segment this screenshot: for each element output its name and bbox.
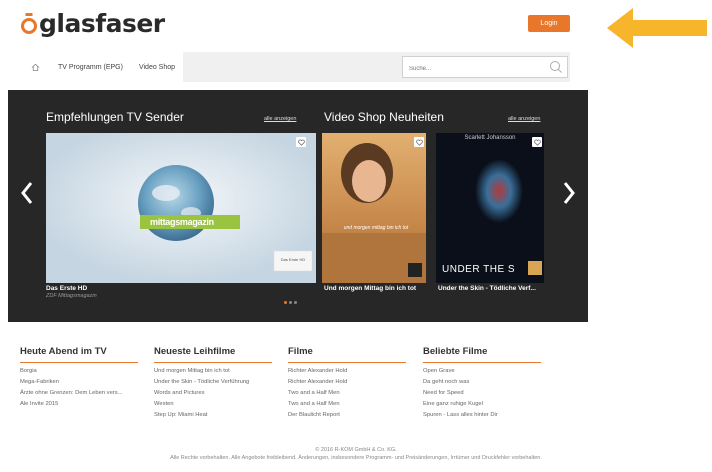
list-item[interactable]: Mega-Fabriken bbox=[20, 377, 140, 388]
list-item[interactable]: Eine ganz ruhige Kugel bbox=[423, 399, 543, 410]
poster-2-caption: UNDER THE S bbox=[442, 264, 516, 275]
chevron-right-icon bbox=[563, 182, 575, 204]
footer: © 2016 R-KOM GmbH & Co. KG. Alle Rechte … bbox=[0, 446, 712, 462]
list-item[interactable]: Richter Alexander Hold bbox=[288, 366, 408, 377]
chevron-left-icon bbox=[21, 182, 33, 204]
list-heading: Neueste Leihfilme bbox=[154, 346, 236, 357]
search-icon[interactable] bbox=[549, 60, 563, 74]
list-new-rentals: Neueste Leihfilme Und morgen Mittag bin … bbox=[154, 346, 274, 421]
list-item[interactable]: Words and Pictures bbox=[154, 388, 274, 399]
list-item[interactable]: Der Blaulicht Report bbox=[288, 410, 408, 421]
list-item[interactable]: Und morgen Mittag bin ich tot bbox=[154, 366, 274, 377]
divider bbox=[20, 362, 138, 363]
nav-home[interactable] bbox=[20, 52, 50, 82]
arrow-left-icon bbox=[607, 8, 707, 48]
logo-text: glasfaser bbox=[39, 8, 165, 38]
list-popular-films: Beliebte Filme Open Grave Da geht noch w… bbox=[423, 346, 543, 421]
slider-pagination bbox=[284, 301, 297, 304]
divider bbox=[154, 362, 272, 363]
nav-tv-programm[interactable]: TV Programm (EPG) bbox=[50, 52, 131, 82]
tv-channel-card[interactable]: mittagsmagazin Das Erste HD bbox=[46, 133, 316, 283]
list-item[interactable]: Under the Skin - Tödliche Verführung bbox=[154, 377, 274, 388]
logo-mark-icon bbox=[21, 13, 37, 34]
video-show-all-link[interactable]: alle anzeigen bbox=[508, 116, 540, 122]
list-item[interactable]: Richter Alexander Hold bbox=[288, 377, 408, 388]
list-item[interactable]: Step Up: Miami Heat bbox=[154, 410, 274, 421]
divider bbox=[288, 362, 406, 363]
poster-1-caption: und morgen mittag bin ich tot bbox=[343, 225, 409, 231]
heart-icon bbox=[415, 139, 423, 146]
poster-2-image bbox=[436, 133, 544, 283]
list-item[interactable]: Need for Speed bbox=[423, 388, 543, 399]
nav-video-shop[interactable]: Video Shop bbox=[131, 52, 183, 82]
video-section-title: Video Shop Neuheiten bbox=[324, 110, 444, 124]
poster-2-top-text: Scarlett Johansson bbox=[464, 135, 516, 141]
video-2-title[interactable]: Under the Skin - Tödliche Verf... bbox=[438, 285, 536, 292]
list-item[interactable]: Two and a Half Men bbox=[288, 399, 408, 410]
slider-dot-3[interactable] bbox=[294, 301, 297, 304]
list-item[interactable]: Ale Invite 2015 bbox=[20, 399, 140, 410]
tv-section-title: Empfehlungen TV Sender bbox=[46, 110, 184, 124]
search-input[interactable] bbox=[403, 59, 543, 79]
list-item[interactable]: Two and a Half Men bbox=[288, 388, 408, 399]
list-films: Filme Richter Alexander Hold Richter Ale… bbox=[288, 346, 408, 421]
list-item[interactable]: Open Grave bbox=[423, 366, 543, 377]
list-item[interactable]: Borgia bbox=[20, 366, 140, 377]
video-poster-2[interactable]: Scarlett Johansson UNDER THE S bbox=[436, 133, 544, 283]
heart-icon bbox=[297, 139, 305, 146]
video-1-title[interactable]: Und morgen Mittag bin ich tot bbox=[324, 285, 416, 292]
tv-card-title[interactable]: Das Erste HD bbox=[46, 285, 87, 292]
poster-1-image bbox=[322, 133, 426, 283]
slider-dot-2[interactable] bbox=[289, 301, 292, 304]
channel-logo: Das Erste HD bbox=[280, 257, 306, 262]
list-item[interactable]: Da geht noch was bbox=[423, 377, 543, 388]
favorite-video-2-button[interactable] bbox=[532, 137, 542, 147]
slider-next-button[interactable] bbox=[558, 176, 580, 210]
search-box bbox=[402, 56, 568, 79]
footer-copyright: © 2016 R-KOM GmbH & Co. KG. bbox=[315, 447, 397, 453]
list-item[interactable]: Ärzte ohne Grenzen: Dem Leben vers... bbox=[20, 388, 140, 399]
content-lists: Heute Abend im TV Borgia Mega-Fabriken Ä… bbox=[20, 346, 580, 442]
list-heading: Heute Abend im TV bbox=[20, 346, 107, 357]
featured-slider: Empfehlungen TV Sender alle anzeigen Vid… bbox=[8, 90, 588, 322]
login-button[interactable]: Login bbox=[528, 15, 570, 32]
glasfaser-logo[interactable]: glasfaser bbox=[20, 8, 165, 38]
favorite-tv-button[interactable] bbox=[296, 137, 306, 147]
slider-dot-1[interactable] bbox=[284, 301, 287, 304]
tv-overlay-text: mittagsmagazin bbox=[150, 217, 214, 227]
header: glasfaser Login bbox=[0, 0, 712, 50]
tv-show-all-link[interactable]: alle anzeigen bbox=[264, 116, 296, 122]
main-navigation: TV Programm (EPG) Video Shop bbox=[20, 52, 570, 82]
video-poster-1[interactable]: und morgen mittag bin ich tot bbox=[322, 133, 426, 283]
footer-legal: Alle Rechte vorbehalten. Alle Angebote f… bbox=[170, 455, 542, 461]
favorite-video-1-button[interactable] bbox=[414, 137, 424, 147]
divider bbox=[423, 362, 541, 363]
list-tonight-tv: Heute Abend im TV Borgia Mega-Fabriken Ä… bbox=[20, 346, 140, 410]
list-item[interactable]: Westen bbox=[154, 399, 274, 410]
home-icon bbox=[31, 63, 39, 71]
heart-icon bbox=[533, 139, 541, 146]
slider-prev-button[interactable] bbox=[16, 176, 38, 210]
list-item[interactable]: Spuren - Lass alles hinter Dir bbox=[423, 410, 543, 421]
list-heading: Beliebte Filme bbox=[423, 346, 488, 357]
list-heading: Filme bbox=[288, 346, 313, 357]
tv-card-subtitle: ZDF Mittagsmagazin bbox=[46, 293, 97, 299]
